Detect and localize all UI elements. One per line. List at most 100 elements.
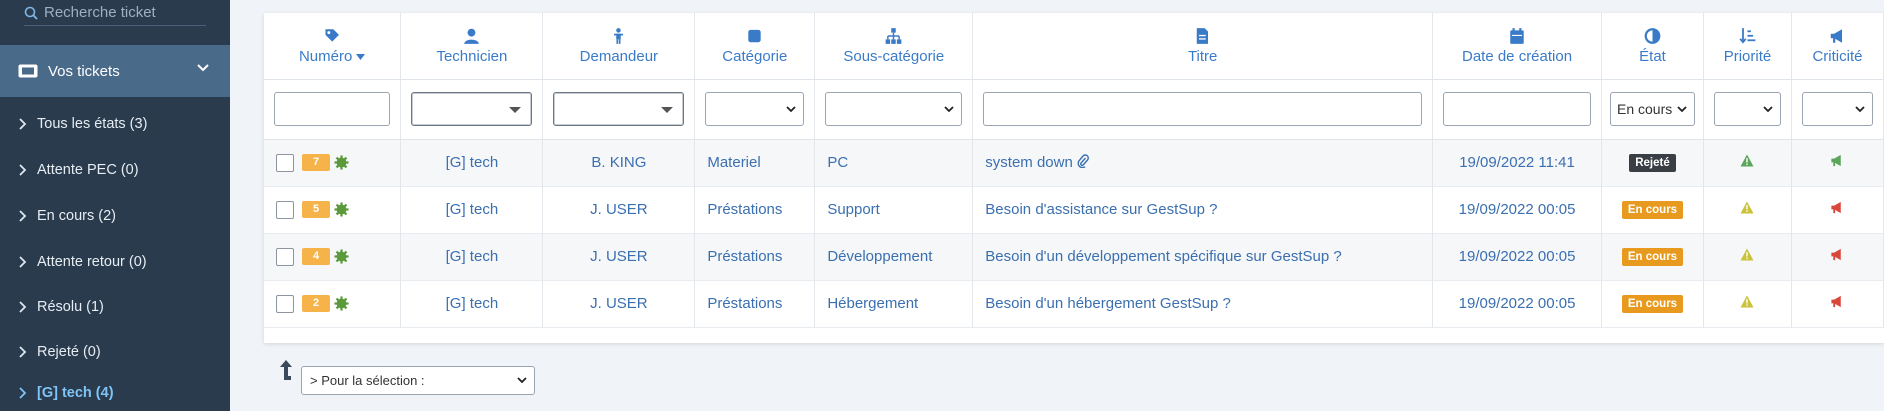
cell-criticite[interactable] (1791, 233, 1884, 280)
cell-sous-categorie[interactable]: PC (814, 139, 974, 186)
filter-priorite-select[interactable] (1713, 92, 1781, 126)
cell-etat[interactable]: En cours (1601, 186, 1704, 233)
ticket-title-link[interactable]: Besoin d'un développement spécifique sur… (985, 248, 1341, 265)
cell-date[interactable]: 19/09/2022 00:05 (1432, 186, 1602, 233)
chevron-down-icon (944, 106, 954, 113)
cell-date[interactable]: 19/09/2022 00:05 (1432, 233, 1602, 280)
chevron-down-icon[interactable] (196, 63, 210, 73)
column-label: État (1639, 47, 1666, 65)
table-row[interactable]: 7 [G] tech B. KING Materiel PC system do… (264, 139, 1884, 186)
cell-technicien[interactable]: [G] tech (400, 280, 544, 327)
filter-numero-input[interactable] (274, 92, 391, 126)
warning-icon (1740, 154, 1754, 167)
search-box[interactable] (24, 0, 206, 26)
filter-etat-select[interactable]: En cours (1610, 92, 1695, 126)
row-checkbox[interactable] (276, 153, 294, 172)
cell-categorie[interactable]: Préstations (694, 186, 816, 233)
cell-priorite[interactable] (1703, 233, 1792, 280)
bullhorn-icon (1831, 201, 1842, 214)
cell-technicien[interactable]: [G] tech (400, 139, 544, 186)
search-input[interactable] (44, 4, 194, 21)
cell-categorie[interactable]: Préstations (694, 280, 816, 327)
bulk-action-placeholder: > Pour la sélection : (310, 373, 425, 388)
cell-technicien[interactable]: [G] tech (400, 186, 544, 233)
sort-desc-icon[interactable] (356, 53, 366, 60)
column-header-criticite[interactable]: Criticité (1791, 13, 1884, 79)
filter-date-input[interactable] (1443, 92, 1591, 126)
sidebar-item-all-states[interactable]: Tous les états (3) (0, 104, 230, 144)
chevron-down-icon (1855, 106, 1865, 113)
cell-priorite[interactable] (1703, 139, 1792, 186)
cell-date[interactable]: 19/09/2022 00:05 (1432, 280, 1602, 327)
sidebar-item-label: En cours (2) (37, 208, 116, 224)
row-checkbox[interactable] (276, 247, 294, 266)
cell-titre[interactable]: Besoin d'assistance sur GestSup ? (972, 186, 1434, 233)
cell-priorite[interactable] (1703, 280, 1792, 327)
table-row[interactable]: 4 [G] tech J. USER Préstations Développe… (264, 233, 1884, 280)
column-header-technicien[interactable]: Technicien (400, 13, 544, 79)
sidebar-item-label: Attente PEC (0) (37, 162, 139, 178)
filter-demandeur-select[interactable] (553, 92, 685, 126)
cell-sous-categorie[interactable]: Hébergement (814, 280, 974, 327)
cell-criticite[interactable] (1791, 186, 1884, 233)
column-header-titre[interactable]: Titre (972, 13, 1434, 79)
table-row[interactable]: 5 [G] tech J. USER Préstations Support B… (264, 186, 1884, 233)
cell-demandeur[interactable]: J. USER (542, 280, 696, 327)
sidebar-item-label: Tous les états (3) (37, 116, 148, 132)
column-header-demandeur[interactable]: Demandeur (542, 13, 696, 79)
ticket-title-link[interactable]: Besoin d'un hébergement GestSup ? (985, 295, 1231, 312)
filter-titre-input[interactable] (983, 92, 1423, 126)
user-icon (464, 28, 480, 44)
column-header-sous-categorie[interactable]: Sous-catégorie (814, 13, 974, 79)
cell-criticite[interactable] (1791, 139, 1884, 186)
cell-demandeur[interactable]: J. USER (542, 186, 696, 233)
sidebar-item-rejected[interactable]: Rejeté (0) (0, 332, 230, 372)
column-header-etat[interactable]: État (1601, 13, 1704, 79)
filter-criticite-select[interactable] (1801, 92, 1873, 126)
filter-categorie-select[interactable] (705, 92, 805, 126)
cell-categorie[interactable]: Materiel (694, 139, 816, 186)
cell-etat[interactable]: En cours (1601, 233, 1704, 280)
bulk-action-select[interactable]: > Pour la sélection : (301, 366, 535, 395)
sidebar-item-group-tech[interactable]: [G] tech (4) (0, 373, 230, 411)
ticket-priority-badge: 4 (302, 248, 330, 266)
column-label: Demandeur (579, 47, 659, 65)
sidebar-item-resolved[interactable]: Résolu (1) (0, 287, 230, 327)
column-header-categorie[interactable]: Catégorie (694, 13, 816, 79)
your-tickets-section[interactable]: Vos tickets (0, 45, 230, 97)
ticket-title-link[interactable]: system down (985, 154, 1073, 171)
row-checkbox[interactable] (276, 294, 294, 313)
ticket-priority-badge: 5 (302, 201, 330, 219)
ticket-priority-badge: 7 (302, 154, 330, 172)
status-badge: En cours (1621, 248, 1684, 266)
cell-demandeur[interactable]: J. USER (542, 233, 696, 280)
cell-sous-categorie[interactable]: Développement (814, 233, 974, 280)
cell-titre[interactable]: Besoin d'un développement spécifique sur… (972, 233, 1434, 280)
cell-priorite[interactable] (1703, 186, 1792, 233)
cell-criticite[interactable] (1791, 280, 1884, 327)
sidebar-item-in-progress[interactable]: En cours (2) (0, 196, 230, 236)
cell-categorie[interactable]: Préstations (694, 233, 816, 280)
cell-date[interactable]: 19/09/2022 11:41 (1432, 139, 1602, 186)
cell-technicien[interactable]: [G] tech (400, 233, 544, 280)
bullhorn-icon (1831, 248, 1842, 261)
sort-amount-icon (1739, 27, 1756, 44)
filter-sous-categorie-select[interactable] (825, 92, 963, 126)
table-row[interactable]: 2 [G] tech J. USER Préstations Hébergeme… (264, 280, 1884, 327)
column-header-numero[interactable]: Numéro (264, 13, 402, 79)
cell-titre[interactable]: system down (972, 139, 1434, 186)
cell-etat[interactable]: En cours (1601, 280, 1704, 327)
column-header-date[interactable]: Date de création (1432, 13, 1602, 79)
cell-sous-categorie[interactable]: Support (814, 186, 974, 233)
sidebar: Vos tickets Tous les états (3) Attente P… (0, 0, 230, 411)
cell-titre[interactable]: Besoin d'un hébergement GestSup ? (972, 280, 1434, 327)
sidebar-item-waiting-reply[interactable]: Attente retour (0) (0, 242, 230, 282)
filter-technicien-select[interactable] (411, 92, 533, 126)
sidebar-item-waiting-pec[interactable]: Attente PEC (0) (0, 150, 230, 190)
column-header-priorite[interactable]: Priorité (1703, 13, 1792, 79)
row-checkbox[interactable] (276, 200, 294, 219)
cell-etat[interactable]: Rejeté (1601, 139, 1704, 186)
ticket-title-link[interactable]: Besoin d'assistance sur GestSup ? (985, 201, 1217, 218)
cell-demandeur[interactable]: B. KING (542, 139, 696, 186)
bullhorn-icon (1830, 29, 1842, 43)
